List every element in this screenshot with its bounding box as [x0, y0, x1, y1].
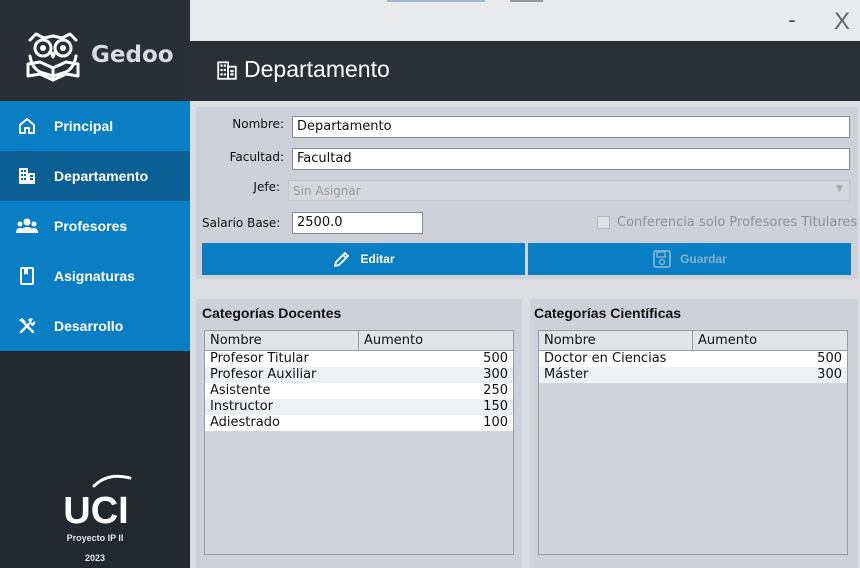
table-row[interactable]: Instructor 150: [205, 399, 513, 415]
table-row[interactable]: Adiestrado 100: [205, 415, 513, 431]
save-icon: [652, 249, 672, 269]
page-title: Departamento: [244, 56, 390, 82]
users-icon: [16, 215, 38, 237]
docentes-table[interactable]: Nombre Aumento Profesor Titular 500 Profe…: [204, 330, 514, 555]
guardar-button[interactable]: Guardar: [528, 243, 851, 275]
app-name: Gedoo: [91, 42, 174, 68]
cell-nombre: Asistente: [210, 383, 271, 398]
title-bar: - X: [190, 0, 860, 41]
table-row[interactable]: Profesor Titular 500: [205, 351, 513, 367]
cell-nombre: Adiestrado: [210, 415, 280, 430]
sidebar: Gedoo Principal Departamento Profesores …: [0, 0, 190, 568]
building-icon: [216, 59, 240, 83]
conferencia-label: Conferencia solo Profesores Titulares: [617, 215, 858, 230]
table-header: Nombre Aumento: [205, 331, 513, 351]
cell-aumento: 100: [483, 415, 508, 430]
cell-aumento: 500: [817, 351, 842, 366]
cell-nombre: Doctor en Ciencias: [544, 351, 667, 366]
table-header: Nombre Aumento: [539, 331, 847, 351]
cell-aumento: 500: [483, 351, 508, 366]
conferencia-checkbox[interactable]: [597, 216, 610, 229]
editar-button-label: Editar: [360, 252, 395, 266]
chevron-down-icon: ▼: [836, 184, 843, 194]
guardar-button-label: Guardar: [680, 252, 727, 266]
jefe-label: Jefe:: [253, 180, 280, 194]
tools-icon: [16, 315, 38, 337]
facultad-label: Facultad:: [229, 150, 284, 164]
cell-nombre: Máster: [544, 367, 589, 382]
cientificas-table[interactable]: Nombre Aumento Doctor en Ciencias 500 Más…: [538, 330, 848, 555]
table-row[interactable]: Doctor en Ciencias 500: [539, 351, 847, 367]
cell-nombre: Profesor Titular: [210, 351, 309, 366]
sidebar-item-departamento[interactable]: Departamento: [0, 151, 190, 201]
cientificas-panel: Categorías Científicas Nombre Aumento Do…: [530, 299, 858, 568]
project-label: Proyecto IP II: [66, 533, 124, 543]
cell-aumento: 150: [483, 399, 508, 414]
brand: Gedoo: [0, 0, 190, 101]
table-row[interactable]: Asistente 250: [205, 383, 513, 399]
sidebar-item-label: Departamento: [54, 168, 149, 184]
facultad-field[interactable]: Facultad: [292, 148, 850, 170]
nombre-field[interactable]: Departamento: [292, 116, 850, 138]
cell-nombre: Instructor: [210, 399, 274, 414]
nombre-label: Nombre:: [232, 117, 284, 131]
close-button[interactable]: X: [830, 8, 854, 35]
sidebar-item-label: Principal: [54, 118, 114, 134]
sidebar-item-label: Asignaturas: [54, 268, 135, 284]
sidebar-item-label: Profesores: [54, 218, 128, 234]
sidebar-nav: Principal Departamento Profesores Asigna…: [0, 101, 190, 351]
page-header: Departamento: [190, 41, 860, 101]
column-header-nombre[interactable]: Nombre: [539, 331, 693, 350]
year-label: 2023: [84, 553, 106, 563]
tab-indicator: [510, 0, 543, 2]
sidebar-item-profesores[interactable]: Profesores: [0, 201, 190, 251]
tab-indicator: [387, 0, 485, 2]
column-header-aumento[interactable]: Aumento: [693, 331, 762, 350]
column-header-aumento[interactable]: Aumento: [359, 331, 428, 350]
jefe-select-value: Sin Asignar: [293, 184, 361, 198]
table-row[interactable]: Máster 300: [539, 367, 847, 383]
salario-label: Salario Base:: [202, 216, 281, 230]
sidebar-item-label: Desarrollo: [54, 318, 124, 334]
salario-field[interactable]: 2500.0: [292, 212, 423, 234]
docentes-title: Categorías Docentes: [202, 305, 342, 321]
pencil-icon: [332, 249, 352, 269]
cell-aumento: 250: [483, 383, 508, 398]
sidebar-item-desarrollo[interactable]: Desarrollo: [0, 301, 190, 351]
column-header-nombre[interactable]: Nombre: [205, 331, 359, 350]
cell-nombre: Profesor Auxiliar: [210, 367, 317, 382]
sidebar-item-asignaturas[interactable]: Asignaturas: [0, 251, 190, 301]
editar-button[interactable]: Editar: [202, 243, 525, 275]
cell-aumento: 300: [817, 367, 842, 382]
table-row[interactable]: Profesor Auxiliar 300: [205, 367, 513, 383]
jefe-select[interactable]: Sin Asignar ▼: [288, 180, 850, 201]
minimize-button[interactable]: -: [782, 8, 802, 32]
building-icon: [16, 165, 38, 187]
book-icon: [16, 265, 38, 287]
cell-aumento: 300: [483, 367, 508, 382]
cientificas-title: Categorías Científicas: [534, 305, 682, 321]
docentes-panel: Categorías Docentes Nombre Aumento Profe…: [196, 299, 522, 568]
home-icon: [16, 115, 38, 137]
uci-logo: UCI: [63, 474, 132, 528]
owl-logo-icon: [26, 32, 80, 82]
department-form: Nombre: Departamento Facultad: Facultad …: [196, 107, 858, 279]
uci-logo-text: UCI: [63, 490, 128, 528]
sidebar-item-principal[interactable]: Principal: [0, 101, 190, 151]
